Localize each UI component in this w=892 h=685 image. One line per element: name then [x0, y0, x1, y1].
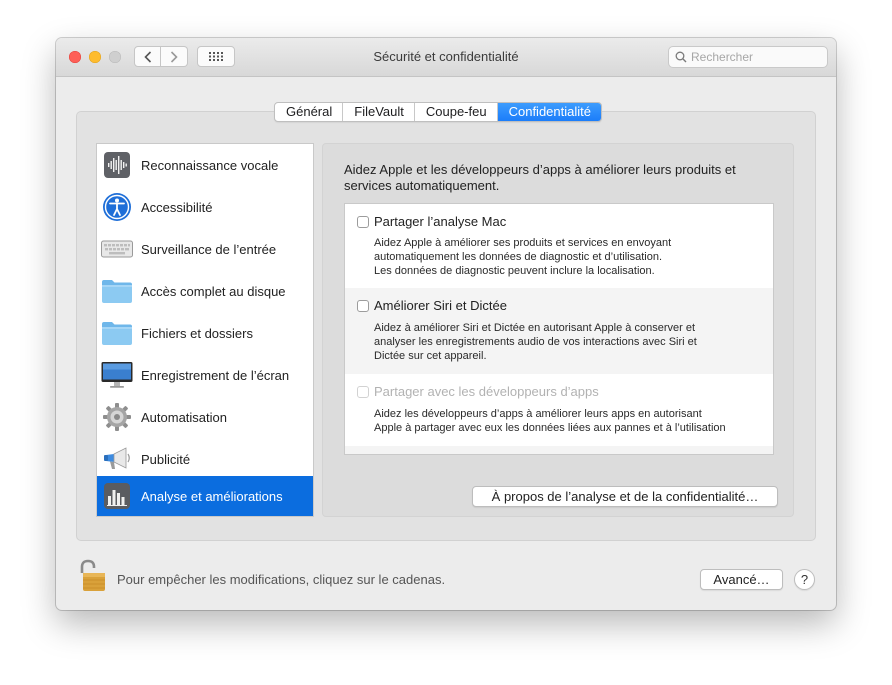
option-share-mac-analytics: Partager l’analyse Mac Aidez Apple à amé…	[345, 204, 773, 288]
option-title: Améliorer Siri et Dictée	[374, 298, 507, 313]
privacy-category-list: Reconnaissance vocale Accessibilité Surv…	[96, 143, 314, 517]
option-description-line: automatiquement les données de diagnosti…	[374, 251, 663, 263]
sidebar-item-label: Reconnaissance vocale	[141, 157, 279, 173]
gear-icon	[101, 401, 133, 433]
waveform-icon	[101, 149, 133, 181]
folder-icon	[101, 275, 133, 307]
option-improve-siri: Améliorer Siri et Dictée Aidez à amélior…	[345, 288, 773, 374]
megaphone-icon	[101, 443, 133, 475]
search-field[interactable]	[668, 46, 828, 68]
option-title: Partager l’analyse Mac	[374, 214, 507, 229]
bar-chart-icon	[101, 480, 133, 512]
analytics-intro-text: Aidez Apple et les développeurs d’apps à…	[344, 162, 736, 193]
sidebar-item-screen-recording[interactable]: Enregistrement de l’écran	[97, 354, 313, 396]
tab-privacy[interactable]: Confidentialité	[497, 103, 601, 121]
sidebar-item-full-disk-access[interactable]: Accès complet au disque	[97, 270, 313, 312]
sidebar-item-automation[interactable]: Automatisation	[97, 396, 313, 438]
preferences-window: Sécurité et confidentialité Général File…	[56, 38, 836, 610]
sidebar-item-accessibility[interactable]: Accessibilité	[97, 186, 313, 228]
sidebar-item-label: Accessibilité	[141, 199, 213, 215]
advanced-button[interactable]: Avancé…	[700, 569, 783, 590]
option-description-line: analyser les enregistrements audio de vo…	[374, 336, 697, 348]
option-description-line: Aidez à améliorer Siri et Dictée en auto…	[374, 322, 695, 334]
sidebar-item-label: Publicité	[141, 451, 191, 467]
tab-general[interactable]: Général	[275, 103, 344, 121]
sidebar-item-speech-recognition[interactable]: Reconnaissance vocale	[97, 144, 313, 186]
display-icon	[101, 359, 133, 391]
analytics-options-box: Partager l’analyse Mac Aidez Apple à amé…	[344, 203, 774, 455]
list-spacer	[345, 446, 773, 454]
sidebar-item-input-monitoring[interactable]: Surveillance de l’entrée	[97, 228, 313, 270]
sidebar-item-analytics[interactable]: Analyse et améliorations	[97, 476, 313, 516]
sidebar-item-label: Automatisation	[141, 409, 227, 425]
share-mac-analytics-checkbox[interactable]	[357, 216, 369, 228]
sidebar-item-advertising[interactable]: Publicité	[97, 438, 313, 480]
padlock-icon	[80, 559, 105, 591]
sidebar-item-files-and-folders[interactable]: Fichiers et dossiers	[97, 312, 313, 354]
option-description: Aidez Apple à améliorer ses produits et …	[374, 236, 764, 278]
sidebar-item-label: Fichiers et dossiers	[141, 325, 253, 341]
sidebar-item-label: Surveillance de l’entrée	[141, 241, 277, 257]
tab-firewall[interactable]: Coupe-feu	[415, 103, 498, 121]
option-description-line: Les données de diagnostic peuvent inclur…	[374, 265, 655, 277]
search-icon	[675, 51, 687, 63]
tab-bar: Général FileVault Coupe-feu Confidential…	[274, 102, 602, 122]
option-description: Aidez les développeurs d’apps à améliore…	[374, 407, 764, 435]
option-share-with-developers: Partager avec les développeurs d’apps Ai…	[345, 374, 773, 446]
sidebar-item-label: Enregistrement de l’écran	[141, 367, 290, 383]
option-title: Partager avec les développeurs d’apps	[374, 384, 599, 399]
sidebar-item-label: Analyse et améliorations	[141, 488, 283, 504]
lock-button[interactable]	[76, 559, 110, 593]
keyboard-icon	[101, 233, 133, 265]
improve-siri-checkbox[interactable]	[357, 300, 369, 312]
about-analytics-button[interactable]: À propos de l’analyse et de la confident…	[472, 486, 778, 507]
folder-icon	[101, 317, 133, 349]
lock-message: Pour empêcher les modifications, cliquez…	[117, 572, 446, 587]
title-bar: Sécurité et confidentialité	[56, 38, 836, 77]
option-description-line: Aidez Apple à améliorer ses produits et …	[374, 237, 672, 249]
search-input[interactable]	[691, 50, 821, 64]
option-description-line: Dictée sur cet appareil.	[374, 350, 487, 362]
tab-filevault[interactable]: FileVault	[343, 103, 415, 121]
share-with-developers-checkbox	[357, 386, 369, 398]
option-description-line: Aidez les développeurs d’apps à améliore…	[374, 408, 702, 420]
option-description-line: Apple à partager avec eux les données li…	[374, 422, 726, 434]
option-description: Aidez à améliorer Siri et Dictée en auto…	[374, 321, 764, 363]
help-button[interactable]: ?	[794, 569, 815, 590]
sidebar-item-label: Accès complet au disque	[141, 283, 286, 299]
accessibility-icon	[101, 191, 133, 223]
